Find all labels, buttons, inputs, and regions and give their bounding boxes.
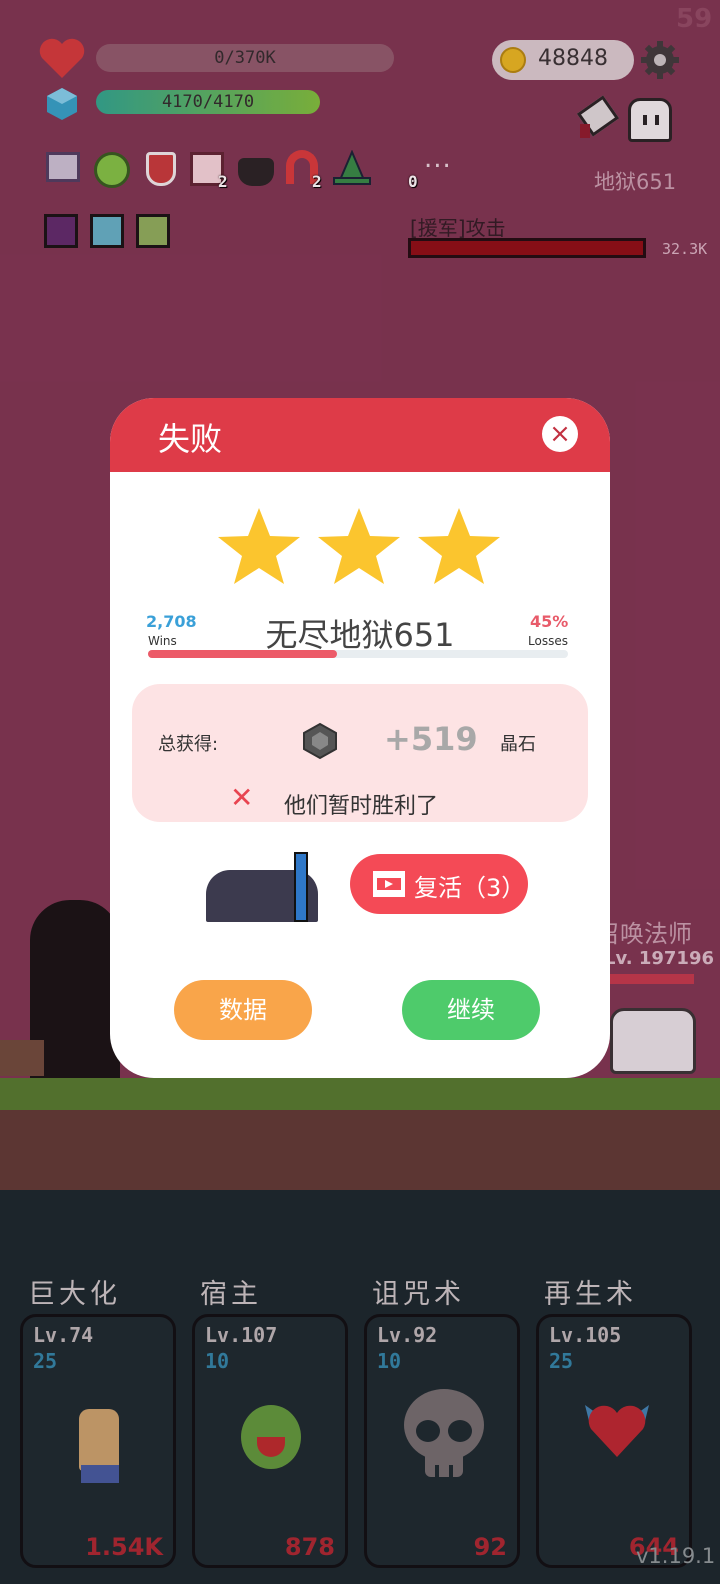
sword-icon: [294, 852, 308, 922]
star-icon: [318, 508, 400, 584]
losses-label: Losses: [528, 634, 568, 648]
star-icon: [418, 508, 500, 584]
fail-x-icon: ✕: [230, 781, 254, 814]
revive-button[interactable]: 复活（3）: [350, 854, 528, 914]
stats-button[interactable]: 数据: [174, 980, 312, 1040]
continue-button[interactable]: 继续: [402, 980, 540, 1040]
loss-progress-fill: [148, 650, 337, 658]
star-icon: [218, 508, 300, 584]
result-text: 他们暂时胜利了: [284, 794, 439, 819]
reward-box: 总获得: +519 晶石 ✕ 他们暂时胜利了: [132, 684, 588, 822]
loss-progress-track: [148, 650, 568, 658]
reward-unit: 晶石: [500, 734, 536, 755]
video-ad-icon: [373, 871, 405, 897]
defeat-dialog: 失败 × 2,708 Wins 无尽地狱651 45% Losses 总获得: …: [110, 398, 610, 1078]
dialog-title: 失败: [158, 420, 223, 458]
close-button[interactable]: ×: [542, 416, 578, 452]
crystal-icon: [303, 722, 337, 760]
reward-amount: +519: [384, 720, 478, 758]
losses-value: 45%: [530, 612, 569, 631]
reward-label: 总获得:: [158, 734, 219, 755]
dialog-header: 失败 ×: [110, 398, 610, 472]
revive-label: 复活（3）: [414, 874, 526, 902]
